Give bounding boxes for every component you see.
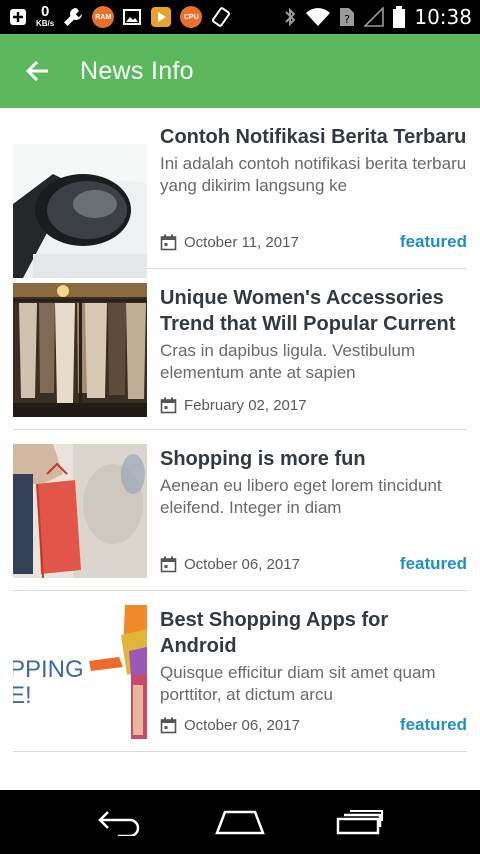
system-nav-bar bbox=[0, 790, 480, 854]
status-time: 10:38 bbox=[414, 5, 472, 29]
news-thumbnail-shopping-bag bbox=[13, 444, 147, 578]
image-icon bbox=[122, 7, 142, 27]
battery-icon bbox=[393, 6, 406, 28]
news-item[interactable]: Contoh Notifikasi Berita Terbaru Ini ada… bbox=[13, 108, 467, 278]
news-excerpt: Cras in dapibus ligula. Vestibulum eleme… bbox=[160, 341, 416, 382]
news-thumbnail-clothing-rack bbox=[13, 283, 147, 417]
news-meta: February 02, 2017 bbox=[160, 395, 467, 415]
news-date: February 02, 2017 bbox=[184, 396, 307, 414]
back-button[interactable] bbox=[0, 34, 74, 108]
arrow-back-icon bbox=[25, 60, 48, 82]
news-title: Contoh Notifikasi Berita Terbaru bbox=[160, 126, 467, 148]
play-square-icon bbox=[150, 6, 172, 28]
bluetooth-icon bbox=[283, 6, 297, 28]
news-content: Best Shopping Apps for Android Quisque e… bbox=[160, 607, 467, 706]
news-title: Unique Women's Accessories Trend that Wi… bbox=[160, 287, 456, 335]
add-box-icon bbox=[8, 7, 28, 27]
news-meta: October 11, 2017 featured bbox=[160, 232, 467, 252]
nav-recents-button[interactable] bbox=[320, 790, 400, 854]
status-bar: 0 KB/s RAM CPU ? 10:38 bbox=[0, 0, 480, 34]
banner-text-line1: PPING bbox=[13, 656, 84, 683]
app-bar: News Info bbox=[0, 34, 480, 108]
nav-home-icon bbox=[215, 810, 265, 835]
featured-tag: featured bbox=[399, 554, 467, 573]
ram-badge-icon: RAM bbox=[92, 6, 115, 28]
news-excerpt: Quisque efficitur diam sit amet quam por… bbox=[160, 663, 436, 704]
news-title: Best Shopping Apps for Android bbox=[160, 609, 389, 657]
news-content: Shopping is more fun Aenean eu libero eg… bbox=[160, 446, 467, 519]
news-date: October 06, 2017 bbox=[184, 555, 300, 573]
news-excerpt: Aenean eu libero eget lorem tincidunt el… bbox=[160, 476, 442, 517]
news-content: Contoh Notifikasi Berita Terbaru Ini ada… bbox=[160, 124, 467, 197]
signal-icon bbox=[364, 7, 385, 27]
featured-tag: featured bbox=[399, 232, 467, 251]
nav-home-button[interactable] bbox=[200, 790, 280, 854]
screen-rotation-icon bbox=[210, 6, 232, 28]
no-sim-icon: ? bbox=[339, 7, 355, 27]
cpu-badge-icon: CPU bbox=[180, 6, 203, 28]
status-left: 0 KB/s RAM CPU bbox=[8, 0, 232, 34]
banner-text-line2: E! bbox=[13, 682, 32, 709]
news-item[interactable]: PPING E! Best Shopping Apps for Android … bbox=[13, 591, 467, 752]
netspeed-value: 0 bbox=[40, 3, 50, 20]
news-meta: October 06, 2017 featured bbox=[160, 554, 467, 574]
page-title: News Info bbox=[80, 56, 194, 85]
wrench-icon bbox=[62, 6, 84, 28]
news-content: Unique Women's Accessories Trend that Wi… bbox=[160, 285, 467, 384]
nav-recents-icon bbox=[336, 810, 383, 835]
status-right: ? 10:38 bbox=[283, 0, 472, 34]
nav-back-button[interactable] bbox=[80, 790, 160, 854]
nav-back-icon bbox=[98, 811, 140, 836]
news-excerpt: Ini adalah contoh notifikasi berita terb… bbox=[160, 154, 467, 195]
news-date: October 11, 2017 bbox=[184, 233, 299, 251]
featured-tag: featured bbox=[399, 715, 467, 734]
news-date: October 06, 2017 bbox=[184, 716, 300, 734]
news-thumbnail-shopping-banner: PPING E! bbox=[13, 605, 147, 739]
news-list: Contoh Notifikasi Berita Terbaru Ini ada… bbox=[13, 108, 467, 752]
news-thumbnail-car-mirror bbox=[13, 144, 147, 278]
calendar-icon bbox=[160, 397, 177, 414]
wifi-icon bbox=[306, 7, 331, 27]
news-title: Shopping is more fun bbox=[160, 448, 366, 470]
svg-text:?: ? bbox=[344, 13, 350, 26]
netspeed-unit: KB/s bbox=[36, 19, 55, 28]
news-item[interactable]: Shopping is more fun Aenean eu libero eg… bbox=[13, 430, 467, 591]
calendar-icon bbox=[160, 234, 177, 251]
news-meta: October 06, 2017 featured bbox=[160, 715, 467, 735]
netspeed-indicator: 0 KB/s bbox=[36, 3, 55, 29]
news-item[interactable]: Unique Women's Accessories Trend that Wi… bbox=[13, 269, 467, 430]
calendar-icon bbox=[160, 717, 177, 734]
calendar-icon bbox=[160, 556, 177, 573]
